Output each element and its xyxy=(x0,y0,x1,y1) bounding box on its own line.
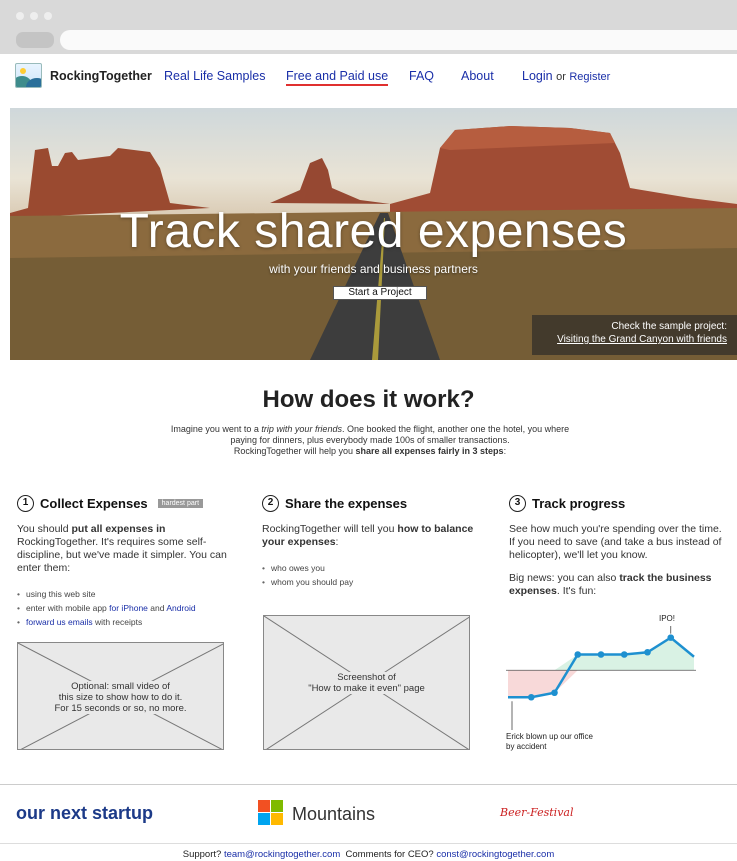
address-bar[interactable] xyxy=(60,30,737,50)
step-heading: 2 Share the expenses xyxy=(262,493,477,513)
nav-auth: Login or Register xyxy=(522,69,610,83)
site-header: RockingTogether Real Life Samples Free a… xyxy=(0,54,737,106)
browser-back-button[interactable] xyxy=(16,32,54,48)
or-text: or xyxy=(556,71,566,83)
nav-real-life-samples[interactable]: Real Life Samples xyxy=(164,69,265,83)
step-share-expenses: 2 Share the expenses RockingTogether wil… xyxy=(262,493,477,589)
step-title: Share the expenses xyxy=(285,495,408,511)
hero-banner: Track shared expenses with your friends … xyxy=(10,108,737,360)
support-line: Support? team@rockingtogether.com Commen… xyxy=(0,849,737,860)
support-email-link[interactable]: team@rockingtogether.com xyxy=(224,849,340,860)
chart-point xyxy=(667,634,675,641)
intro-text: Imagine you went to a xyxy=(170,424,262,434)
list-item: forward us emails with receipts xyxy=(17,615,232,629)
step-title: Track progress xyxy=(532,495,626,511)
step-heading: 1 Collect Expenses hardest part xyxy=(17,493,232,513)
start-project-button[interactable]: Start a Project xyxy=(333,286,427,300)
screenshot-placeholder[interactable]: Screenshot of "How to make it even" page xyxy=(263,615,470,750)
footer-divider xyxy=(0,784,737,785)
window-maximize-dot[interactable] xyxy=(44,12,52,20)
intro-emphasis: trip with your friends xyxy=(261,424,342,434)
mountains-logo-text[interactable]: Mountains xyxy=(292,804,375,825)
step-track-progress: 3 Track progress See how much you're spe… xyxy=(509,493,729,598)
sample-project-link[interactable]: Visiting the Grand Canyon with friends xyxy=(532,333,727,346)
logo-icon[interactable] xyxy=(15,63,42,88)
step-heading: 3 Track progress xyxy=(509,493,729,513)
chart-point xyxy=(527,693,535,701)
business-expenses-text: Big news: you can also track the busines… xyxy=(509,572,712,597)
intro-bold: share all expenses fairly in 3 steps xyxy=(355,446,504,456)
ipo-label: IPO! xyxy=(659,614,676,623)
nav-faq[interactable]: FAQ xyxy=(409,69,434,83)
how-it-works-title: How does it work? xyxy=(262,386,475,413)
chart-point xyxy=(644,648,651,656)
window-close-dot[interactable] xyxy=(16,12,24,20)
footer-divider-bottom xyxy=(0,843,737,844)
step-title: Collect Expenses xyxy=(40,495,148,511)
our-next-startup-logo[interactable]: our next startup xyxy=(16,803,153,824)
hero-title: Track shared expenses xyxy=(119,205,628,258)
step-collect-expenses: 1 Collect Expenses hardest part You shou… xyxy=(17,493,232,629)
support-text: Support? xyxy=(182,849,222,860)
list-item: whom you should pay xyxy=(262,575,477,589)
browser-chrome xyxy=(0,0,737,54)
list-item: enter with mobile app for iPhone and And… xyxy=(17,601,232,615)
video-placeholder[interactable]: Optional: small video of this size to sh… xyxy=(17,642,224,750)
progress-chart: IPO! Erick blown up our office by accide… xyxy=(506,612,696,762)
sample-intro: Check the sample project: xyxy=(611,321,727,332)
iphone-link[interactable]: for iPhone xyxy=(109,603,148,613)
chart-point xyxy=(551,689,558,697)
forward-emails-link[interactable]: forward us emails xyxy=(26,617,93,627)
step-number: 3 xyxy=(509,494,526,512)
list-item: who owes you xyxy=(262,561,477,575)
loss-area xyxy=(508,670,694,698)
how-it-works-intro: Imagine you went to a trip with your fri… xyxy=(160,424,580,457)
beer-festival-logo[interactable]: Beer-Festival xyxy=(500,806,574,819)
hardest-part-badge: hardest part xyxy=(157,498,204,508)
entry-methods-list: using this web site enter with mobile ap… xyxy=(17,587,232,629)
register-link[interactable]: Register xyxy=(569,71,610,83)
android-link[interactable]: Android xyxy=(166,603,195,613)
chart-point xyxy=(574,651,582,658)
mountains-logo-icon[interactable] xyxy=(258,800,283,825)
window-controls xyxy=(16,12,52,20)
list-item: using this web site xyxy=(17,587,232,601)
chart-point xyxy=(620,651,628,658)
balance-list: who owes you whom you should pay xyxy=(262,561,477,589)
window-minimize-dot[interactable] xyxy=(30,12,38,20)
login-link[interactable]: Login xyxy=(522,69,553,83)
intro-text: : xyxy=(503,446,507,456)
nav-free-paid-use[interactable]: Free and Paid use xyxy=(286,69,389,86)
placeholder-text: Optional: small video of this size to sh… xyxy=(18,681,223,714)
intro-text: RockingTogether will help you xyxy=(233,446,356,456)
chart-point xyxy=(597,651,605,658)
step-description: RockingTogether will tell you how to bal… xyxy=(262,523,474,548)
step-description: You should put all expenses in RockingTo… xyxy=(17,523,227,574)
step-number: 2 xyxy=(262,494,279,512)
hero-subtitle: with your friends and business partners xyxy=(269,262,478,276)
brand-name[interactable]: RockingTogether xyxy=(50,69,152,83)
ceo-text: Comments for CEO? xyxy=(345,849,434,860)
step-description: See how much you're spending over the ti… xyxy=(509,523,722,561)
sample-project-box: Check the sample project: Visiting the G… xyxy=(532,315,737,355)
placeholder-text: Screenshot of "How to make it even" page xyxy=(264,672,469,694)
nav-about[interactable]: About xyxy=(461,69,494,83)
step-number: 1 xyxy=(17,494,34,512)
office-accident-label: Erick blown up our office by accident xyxy=(506,732,594,751)
ceo-email-link[interactable]: const@rockingtogether.com xyxy=(436,849,554,860)
